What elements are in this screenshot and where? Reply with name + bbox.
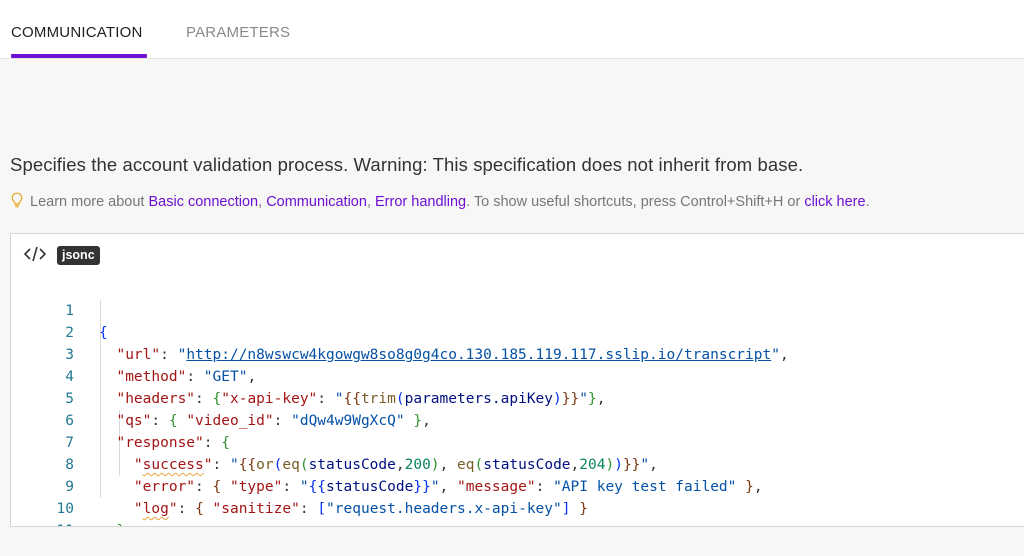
help-text: Learn more about Basic connection, Commu… [10,192,870,210]
code-line: 7 "success": "{{or(eq(statusCode,200), e… [11,410,658,473]
error-handling-link[interactable]: Error handling [375,194,466,210]
code-editor[interactable]: jsonc 1 { 2 "url": "http://n8wswcw4kgowg… [10,233,1024,527]
json-string: "request.headers.x-api-key" [326,501,562,517]
tab-communication[interactable]: COMMUNICATION [11,24,142,41]
json-string: "dQw4w9WgXcQ" [291,413,405,429]
template-function: or [256,457,274,473]
json-key: "message" [457,479,536,495]
click-here-link[interactable]: click here [804,194,865,210]
template-function: eq [282,457,300,473]
section-description: Specifies the account validation process… [10,154,804,175]
json-key: "video_id" [186,413,274,429]
json-key: "x-api-key" [221,391,318,407]
help-separator: , [366,194,375,210]
code-line: 9 "log": { "sanitize": ["request.headers… [11,454,588,517]
help-separator: , [258,194,267,210]
code-icon [23,246,47,262]
template-function: trim [360,391,396,407]
json-key: "method" [116,369,187,385]
tab-bar: COMMUNICATION PARAMETERS [0,0,1024,59]
tab-parameters[interactable]: PARAMETERS [186,24,290,41]
template-parameter: statusCode [483,457,571,473]
json-string: "API key test failed" [553,479,737,495]
communication-link[interactable]: Communication [266,194,367,210]
template-parameter: statusCode [326,479,414,495]
json-string: "GET" [203,369,248,385]
code-line: 1 { [11,278,107,341]
code-line: 2 "url": "http://n8wswcw4kgowgw8so8g0g4c… [11,300,788,363]
json-key: "qs" [116,413,152,429]
template-number: 200 [404,457,431,473]
json-key: "url" [116,347,161,363]
json-key: log [142,501,169,517]
editor-header: jsonc [11,234,1024,274]
language-badge: jsonc [57,246,100,265]
basic-connection-link[interactable]: Basic connection [149,194,259,210]
code-line: 10 } [11,476,126,526]
json-key: "type" [229,479,283,495]
help-shortcut-text: . To show useful shortcuts, press Contro… [466,194,805,210]
json-key: "sanitize" [212,501,300,517]
active-tab-indicator [11,54,147,58]
code-line: 5 "qs": { "video_id": "dQw4w9WgXcQ" }, [11,366,431,429]
json-key: "response" [116,435,204,451]
code-line: 3 "method": "GET", [11,322,256,385]
template-function: eq [457,457,475,473]
json-key: success [142,457,204,473]
help-prefix: Learn more about [30,194,149,210]
url-value-link[interactable]: http://n8wswcw4kgowgw8so8g0g4co.130.185.… [186,347,771,363]
template-parameter: parameters.apiKey [404,391,554,407]
code-line: 6 "response": { [11,388,230,451]
code-line: 8 "error": { "type": "{{statusCode}}", "… [11,432,762,495]
json-key: "headers" [116,391,196,407]
template-parameter: statusCode [308,457,396,473]
line-number: 11 [11,520,74,526]
json-key: "error" [133,479,196,495]
code-line: 4 "headers": {"x-api-key": "{{trim(param… [11,344,605,407]
code-line: 11 } [11,498,74,526]
help-suffix: . [865,194,870,210]
lightbulb-icon [11,192,23,208]
template-number: 204 [579,457,606,473]
